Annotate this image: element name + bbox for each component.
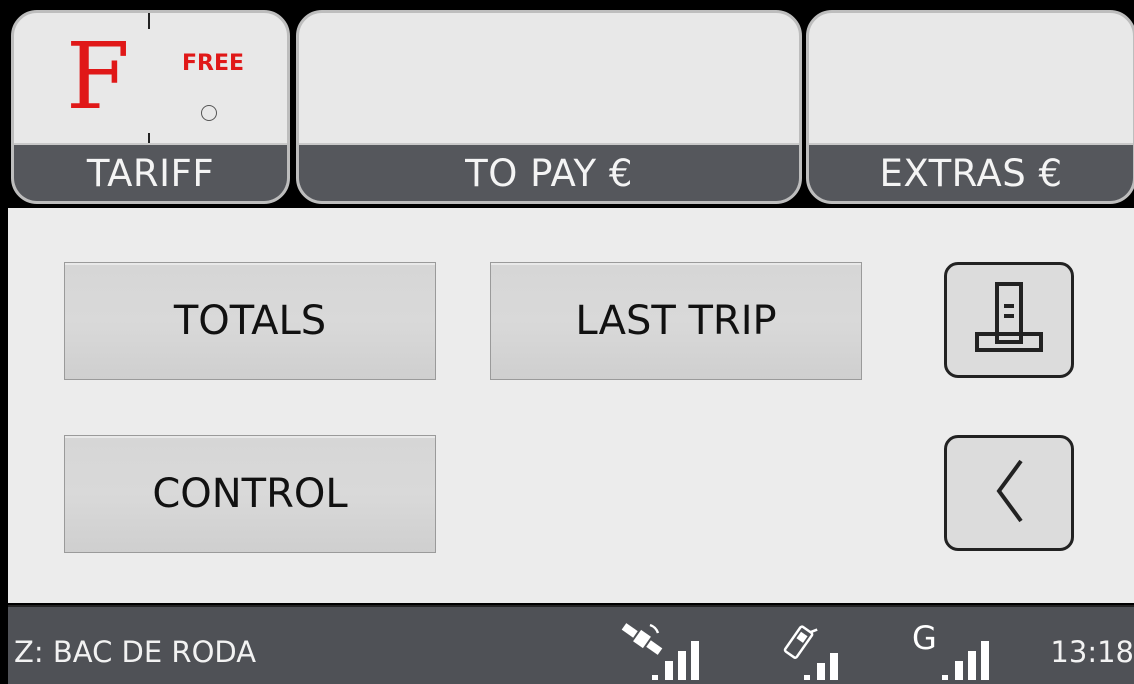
extras-panel[interactable]: EXTRAS € xyxy=(806,10,1134,204)
menu-area: TOTALS LAST TRIP CONTROL xyxy=(8,208,1134,603)
tariff-panel[interactable]: F FREE TARIFF xyxy=(11,10,290,204)
zone-label: Z: BAC DE RODA xyxy=(14,635,257,669)
extras-caption: EXTRAS € xyxy=(809,143,1133,201)
back-button[interactable] xyxy=(944,435,1074,551)
last-trip-button[interactable]: LAST TRIP xyxy=(490,262,862,380)
status-bar: Z: BAC DE RODA G 13:18 xyxy=(8,605,1134,684)
mobile-phone-icon xyxy=(780,617,870,684)
signal-strength-icon xyxy=(932,617,1012,684)
print-button[interactable] xyxy=(944,262,1074,378)
tariff-divider xyxy=(148,13,150,149)
tariff-caption: TARIFF xyxy=(14,143,287,201)
tariff-letter: F xyxy=(66,23,130,130)
status-indicator-icon xyxy=(201,105,217,121)
printer-icon xyxy=(969,278,1049,362)
taxi-meter-screen: F FREE TARIFF TO PAY € EXTRAS € TOTALS L… xyxy=(0,0,1134,684)
clock: 13:18 xyxy=(1050,635,1134,669)
totals-button[interactable]: TOTALS xyxy=(64,262,436,380)
satellite-icon xyxy=(620,617,720,684)
chevron-left-icon xyxy=(979,451,1039,535)
to-pay-panel: TO PAY € xyxy=(296,10,802,204)
control-button[interactable]: CONTROL xyxy=(64,435,436,553)
to-pay-caption: TO PAY € xyxy=(299,143,799,201)
tariff-status-label: FREE xyxy=(182,51,245,76)
